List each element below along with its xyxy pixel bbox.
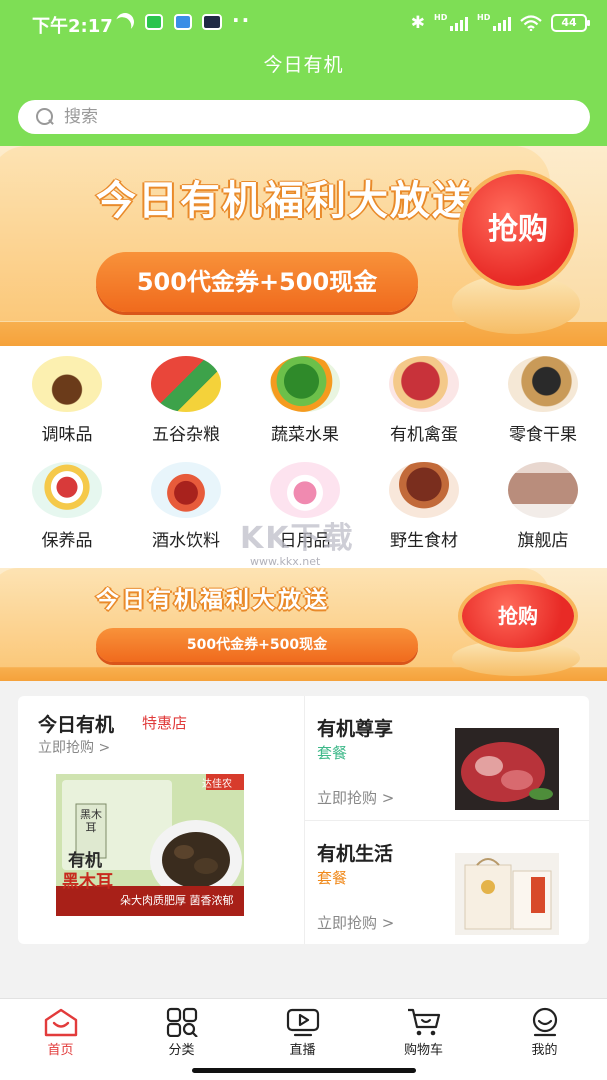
promo-banner-top[interactable]: 今日有机福利大放送 500代金券+500现金 抢购 [0,146,607,346]
tab-label: 直播 [289,1043,316,1058]
category-item[interactable]: 零食干果 [484,346,602,446]
gift-box-product-image [455,853,559,935]
category-item[interactable]: 有机禽蛋 [365,346,483,446]
promo-subtitle: 套餐 [317,744,348,762]
buy-now-link[interactable]: 立即抢购 > [38,737,110,757]
tab-cart[interactable]: 购物车 [363,999,484,1063]
meat-product-image [455,728,559,810]
grain-icon [151,356,221,412]
search-icon [36,108,54,126]
category-item[interactable]: 保养品 [8,452,126,552]
promo-banner-middle[interactable]: 今日有机福利大放送 500代金券+500现金 抢购 [0,568,607,681]
banner-buy-button[interactable]: 抢购 [462,174,574,286]
banner-headline: 今日有机福利大放送 [96,587,330,613]
promo-card-life[interactable]: 有机生活 套餐 立即抢购 > [305,821,589,945]
bluetooth-icon: ✱ [410,13,425,33]
product-brand: 达佳农 [202,779,232,790]
promo-title: 有机尊享 [317,718,394,740]
tab-label: 我的 [531,1043,558,1058]
wifi-icon [520,15,542,32]
black-fungus-product-image: 达佳农 黑木耳 有机 黑木耳 朵大肉质肥厚 菌香浓郁 [56,774,244,916]
tab-profile[interactable]: 我的 [484,999,605,1063]
tab-live[interactable]: 直播 [242,999,363,1063]
buy-now-link[interactable]: 立即抢购 > [317,787,394,808]
promo-card-special[interactable]: 今日有机 特惠店 立即抢购 > 达佳农 黑木耳 有机 黑木耳 朵大肉质肥厚 菌香… [18,696,305,944]
category-item[interactable]: 野生食材 [365,452,483,552]
cart-icon [408,1008,441,1036]
tab-category[interactable]: 分类 [121,999,242,1063]
battery-icon: 44 [551,14,590,32]
live-icon [286,1008,320,1037]
vegetable-icon [270,356,340,412]
product-name-line2: 黑木耳 [62,872,113,892]
status-time: 下午2:17 [32,16,113,37]
flagship-store-icon [508,462,578,518]
search-input[interactable] [64,107,544,127]
more-notifications-icon: ·· [232,8,252,32]
promo-subtitle: 套餐 [317,869,348,887]
category-item[interactable]: 调味品 [8,346,126,446]
banner-offer: 500代金券+500现金 [96,628,418,662]
snack-icon [508,356,578,412]
promo-title: 有机生活 [317,843,394,865]
banner-offer: 500代金券+500现金 [96,252,418,312]
app-screen: { "status_bar": { "time": "下午2:17", "bat… [0,0,607,1080]
top-header: 下午2:17 ·· ✱ HD HD 44 今日有机 搜索 [0,0,607,146]
banner-headline: 今日有机福利大放送 [96,178,474,224]
page-title: 今日有机 [263,54,344,76]
message-app-icon [174,14,192,30]
category-item[interactable]: 酒水饮料 [127,452,245,552]
home-indicator[interactable] [192,1068,416,1073]
promo-section: 今日有机 特惠店 立即抢购 > 达佳农 黑木耳 有机 黑木耳 朵大肉质肥厚 菌香… [18,696,589,944]
category-item[interactable]: 五谷杂粮 [127,346,245,446]
health-supplement-icon [32,462,102,518]
promo-title: 今日有机 [38,714,115,736]
promo-card-premium[interactable]: 有机尊享 套餐 立即抢购 > [305,696,589,820]
buy-now-link[interactable]: 立即抢购 > [317,912,394,933]
moon-icon [113,10,136,33]
meat-egg-icon [389,356,459,412]
tab-label: 首页 [47,1043,74,1058]
game-app-icon [202,14,222,30]
status-bar: 下午2:17 ·· ✱ HD HD 44 [0,0,607,46]
condiment-icon [32,356,102,412]
search-bar[interactable] [18,100,590,134]
home-icon [44,1008,78,1037]
category-icon [166,1007,198,1037]
profile-icon [532,1007,558,1037]
tab-home[interactable]: 首页 [0,999,121,1063]
promo-tag: 特惠店 [142,714,188,732]
status-indicators: ✱ HD HD 44 [410,12,590,34]
category-grid: 调味品 五谷杂粮 蔬菜水果 有机禽蛋 零食干果 保养品 酒水饮料 日用品 野生食… [0,346,607,568]
tab-label: 购物车 [403,1043,443,1058]
drink-icon [151,462,221,518]
tab-label: 分类 [168,1043,195,1058]
signal-icon-1: HD [434,13,468,31]
category-item[interactable]: 旗舰店 [484,452,602,552]
product-slogan: 朵大肉质肥厚 菌香浓郁 [120,894,234,907]
watermark: KK下载 www.kkx.net [240,521,355,568]
signal-icon-2: HD [477,13,511,31]
daily-goods-icon [270,462,340,518]
banner-buy-button[interactable]: 抢购 [462,584,574,648]
wechat-icon [145,14,163,30]
wild-food-icon [389,462,459,518]
category-item[interactable]: 蔬菜水果 [246,346,364,446]
product-pack-label: 黑木耳 [80,808,102,834]
